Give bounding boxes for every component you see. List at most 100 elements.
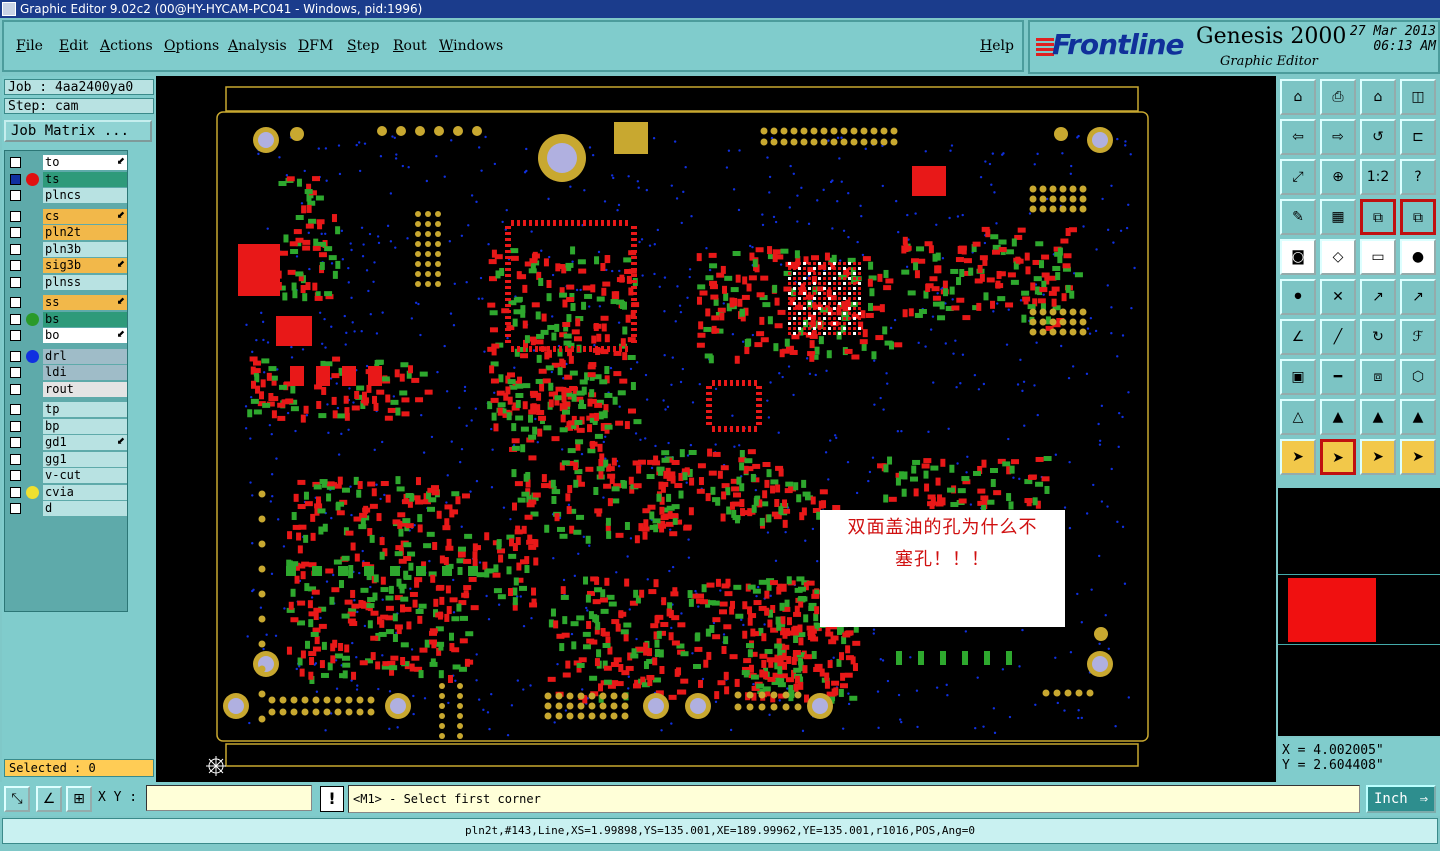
- layer-row-rout[interactable]: rout: [7, 381, 127, 397]
- window-split-icon[interactable]: ◫: [1400, 79, 1436, 115]
- select-icon[interactable]: ➤: [1280, 439, 1316, 475]
- layer-checkbox[interactable]: [10, 173, 21, 185]
- scale-1-2-icon[interactable]: 1:2: [1360, 159, 1396, 195]
- job-matrix-button[interactable]: Job Matrix ...: [4, 120, 152, 142]
- layer-checkbox[interactable]: [10, 420, 21, 432]
- menu-help[interactable]: Help: [980, 38, 1014, 54]
- layer-checkbox[interactable]: [10, 297, 21, 308]
- layer-checkbox[interactable]: [10, 437, 21, 448]
- export-icon[interactable]: ⇨: [1320, 119, 1356, 155]
- layer-checkbox[interactable]: [10, 486, 21, 498]
- layer-checkbox[interactable]: [10, 210, 21, 222]
- step-repeat-icon[interactable]: ⊏: [1400, 119, 1436, 155]
- angle-icon[interactable]: ∠: [1280, 319, 1316, 355]
- layer-name[interactable]: plncs: [43, 188, 127, 203]
- layer-checkbox[interactable]: [10, 157, 21, 168]
- layer-name[interactable]: rout: [43, 381, 127, 397]
- menu-dfm[interactable]: DFM: [298, 38, 333, 54]
- layer-row-pln2t[interactable]: pln2t: [7, 225, 127, 240]
- measure-distance-icon[interactable]: ⧈: [1360, 359, 1396, 395]
- layer-name[interactable]: ss: [43, 295, 127, 310]
- layer-name[interactable]: sig3b: [43, 258, 127, 273]
- layer-checkbox[interactable]: [10, 313, 21, 325]
- menu-options[interactable]: Options: [164, 38, 219, 54]
- layer-row-plncs[interactable]: plncs: [7, 188, 127, 203]
- select-connect-icon[interactable]: ➤: [1400, 439, 1436, 475]
- select-cursor-icon[interactable]: ➤: [1360, 439, 1396, 475]
- layer-checkbox[interactable]: [10, 404, 21, 415]
- layer-row-tp[interactable]: tp: [7, 402, 127, 417]
- zoom-area-icon[interactable]: ⤡: [4, 786, 30, 812]
- pad-group-icon[interactable]: ⬡: [1400, 359, 1436, 395]
- layer-name[interactable]: gd1: [43, 435, 127, 450]
- layer-row-sig3b[interactable]: sig3b ⬋: [7, 258, 127, 273]
- layer-name[interactable]: plnss: [43, 274, 127, 290]
- layer-row-cvia[interactable]: cvia: [7, 484, 127, 500]
- layer-checkbox[interactable]: [10, 227, 21, 238]
- diagonal-icon[interactable]: ╱: [1320, 319, 1356, 355]
- layer-row-pln3b[interactable]: pln3b: [7, 241, 127, 257]
- layer-name[interactable]: pln3b: [43, 241, 127, 257]
- measure-angle-icon[interactable]: ∠: [36, 786, 62, 812]
- unit-selector[interactable]: Inch ⇒: [1366, 785, 1436, 813]
- layer-row-cs[interactable]: cs ⬋: [7, 208, 127, 224]
- line-icon[interactable]: ━: [1320, 359, 1356, 395]
- layer-name[interactable]: bo: [43, 328, 127, 343]
- line-add-icon[interactable]: ↗: [1360, 279, 1396, 315]
- flip-icon[interactable]: ↺: [1360, 119, 1396, 155]
- layer-row-bp[interactable]: bp: [7, 418, 127, 434]
- line-edit-icon[interactable]: ↗: [1400, 279, 1436, 315]
- layer-checkbox[interactable]: [10, 190, 21, 201]
- layer-compare-2-icon[interactable]: ⧉: [1400, 199, 1436, 235]
- round-pad-icon[interactable]: ●: [1400, 239, 1436, 275]
- layer-name[interactable]: pln2t: [43, 225, 127, 240]
- ruler-icon[interactable]: ▭: [1360, 239, 1396, 275]
- layer-name[interactable]: d: [43, 501, 127, 516]
- app-icon[interactable]: [2, 2, 16, 16]
- layer-name[interactable]: tp: [43, 402, 127, 417]
- triangle-up-icon[interactable]: ▲: [1360, 399, 1396, 435]
- layer-row-gg1[interactable]: gg1: [7, 451, 127, 467]
- layer-checkbox[interactable]: [10, 367, 21, 378]
- layer-checkbox[interactable]: [10, 470, 21, 481]
- measure-icon[interactable]: ✎: [1280, 199, 1316, 235]
- layer-row-ts[interactable]: ts: [7, 171, 127, 187]
- import-icon[interactable]: ⇦: [1280, 119, 1316, 155]
- layer-row-v-cut[interactable]: v-cut: [7, 468, 127, 483]
- layer-name[interactable]: bs: [43, 311, 127, 327]
- triangle-icon[interactable]: △: [1280, 399, 1316, 435]
- polygon-icon[interactable]: ◇: [1320, 239, 1356, 275]
- home-icon[interactable]: ⌂: [1360, 79, 1396, 115]
- layer-checkbox[interactable]: [10, 503, 21, 514]
- menu-analysis[interactable]: Analysis: [228, 38, 287, 54]
- layer-checkbox[interactable]: [10, 276, 21, 288]
- cross-icon[interactable]: ✕: [1320, 279, 1356, 315]
- menu-edit[interactable]: Edit: [59, 38, 88, 54]
- warning-button[interactable]: !: [320, 786, 344, 812]
- menu-actions[interactable]: Actions: [100, 38, 153, 54]
- connect-icon[interactable]: ⚫: [1280, 279, 1316, 315]
- layer-checkbox[interactable]: [10, 350, 21, 362]
- layer-name[interactable]: drl: [43, 348, 127, 364]
- layer-checkbox[interactable]: [10, 243, 21, 255]
- grid-snap-icon[interactable]: ⊞: [66, 786, 92, 812]
- layer-name[interactable]: gg1: [43, 451, 127, 467]
- layer-name[interactable]: cvia: [43, 484, 127, 500]
- layer-row-drl[interactable]: drl: [7, 348, 127, 364]
- menu-step[interactable]: Step: [347, 38, 379, 54]
- layer-checkbox[interactable]: [10, 260, 21, 271]
- menu-rout[interactable]: Rout: [393, 38, 427, 54]
- menu-windows[interactable]: Windows: [439, 38, 503, 54]
- layer-checkbox[interactable]: [10, 383, 21, 395]
- text-icon[interactable]: ℱ: [1400, 319, 1436, 355]
- layer-name[interactable]: ts: [43, 171, 127, 187]
- pad-icon[interactable]: ◙: [1280, 239, 1316, 275]
- layer-name[interactable]: v-cut: [43, 468, 127, 483]
- layer-name[interactable]: cs: [43, 208, 127, 224]
- arc-icon[interactable]: ↻: [1360, 319, 1396, 355]
- layer-checkbox[interactable]: [10, 330, 21, 341]
- home-up-icon[interactable]: ⌂: [1280, 79, 1316, 115]
- triangle-outline-icon[interactable]: ▲: [1320, 399, 1356, 435]
- layer-row-gd1[interactable]: gd1 ⬋: [7, 435, 127, 450]
- layer-row-bo[interactable]: bo ⬋: [7, 328, 127, 343]
